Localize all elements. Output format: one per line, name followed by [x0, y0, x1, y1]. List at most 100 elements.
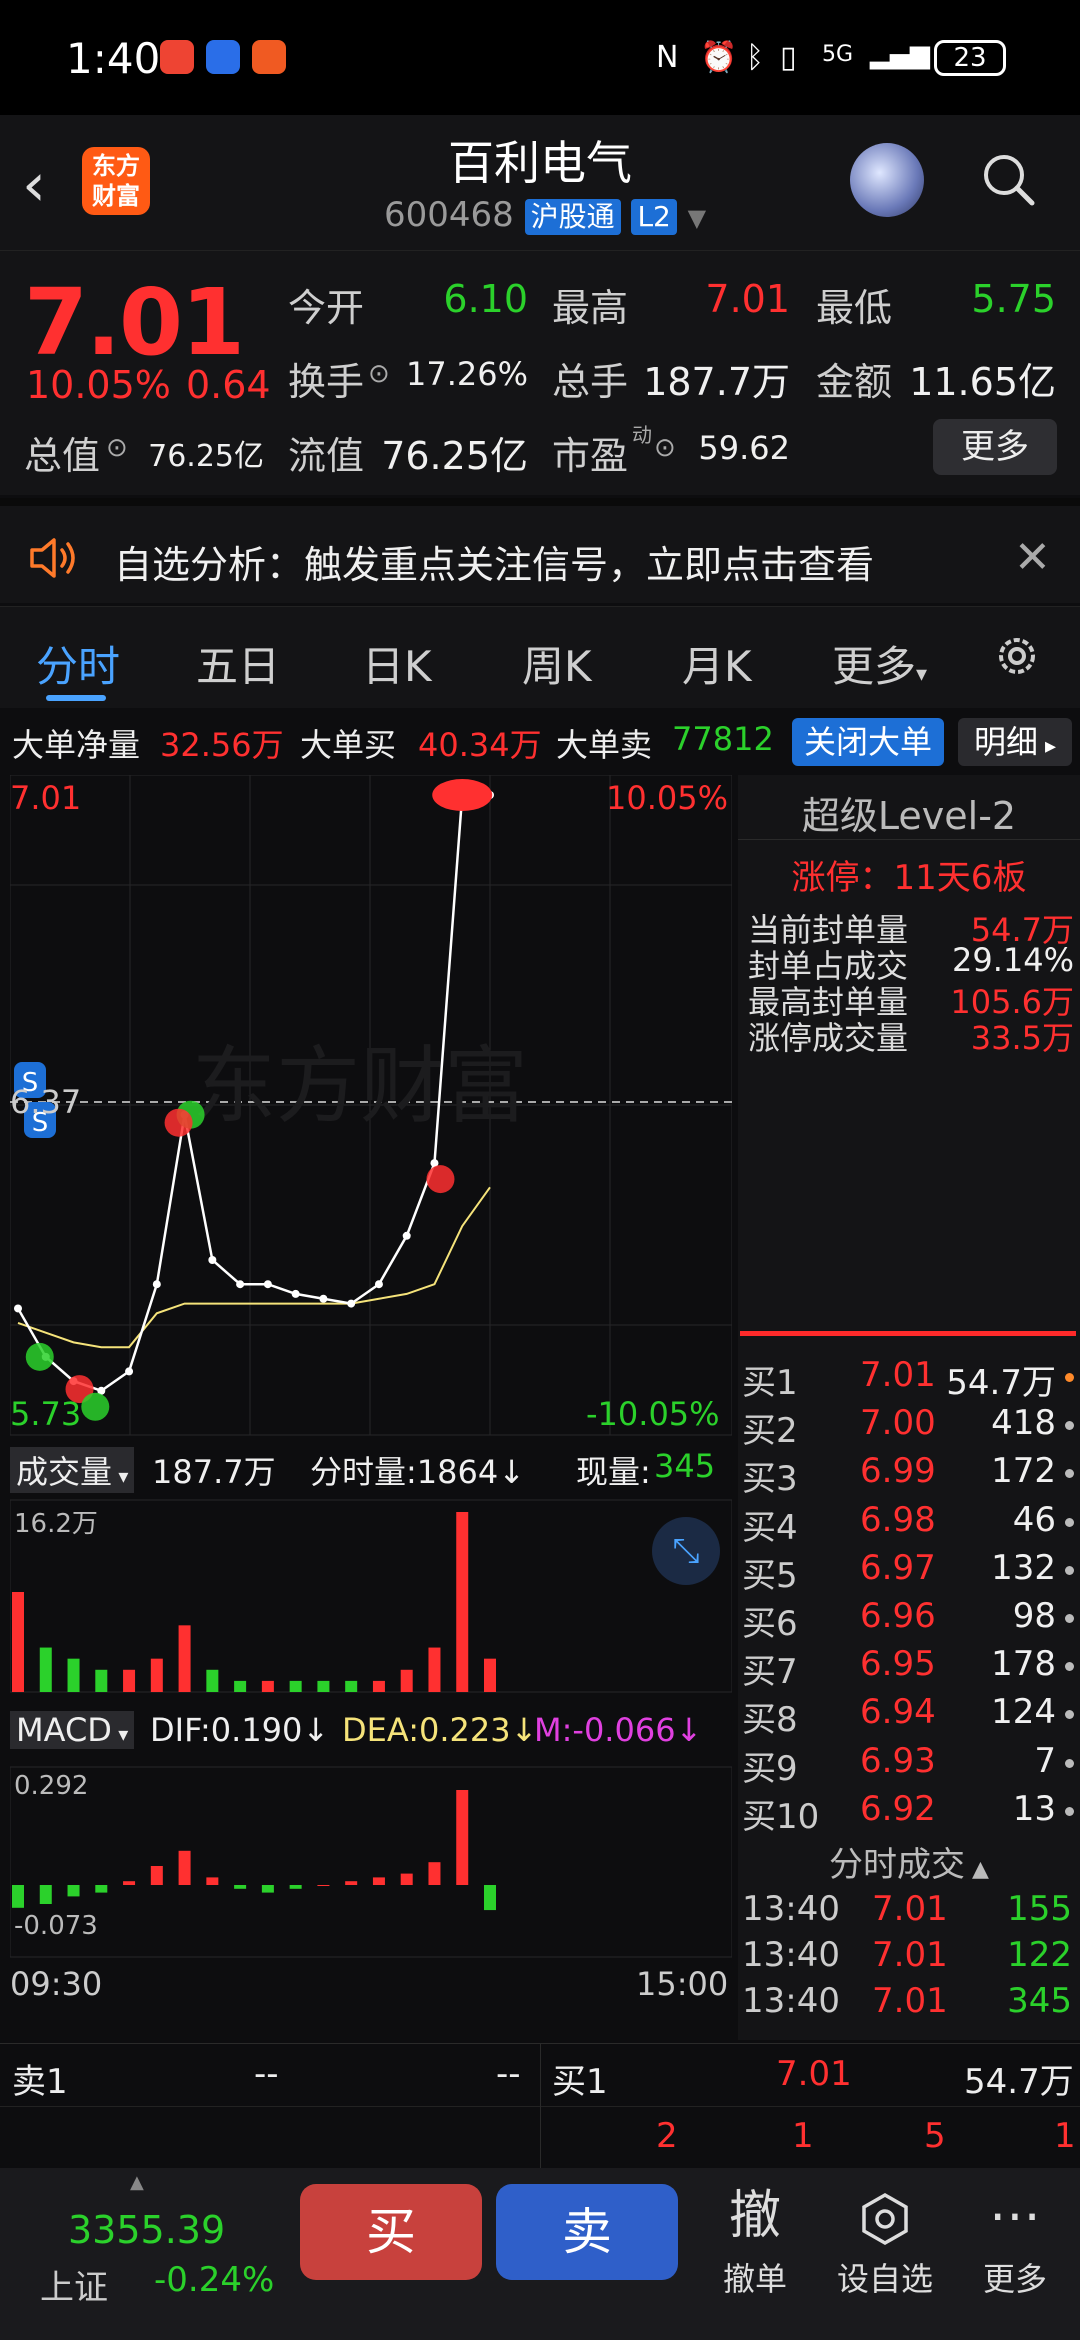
pe-value: 59.62: [698, 429, 790, 467]
big-sell-label: 大单卖: [556, 726, 653, 764]
volume-minute: 分时量:1864↓: [310, 1453, 526, 1491]
bid-price: 6.96: [860, 1596, 936, 1636]
expand-icon[interactable]: ⤡: [652, 1517, 720, 1585]
notice-banner[interactable]: 自选分析：触发重点关注信号，立即点击查看 ✕: [0, 498, 1080, 603]
volume-bar: [95, 1669, 108, 1692]
tab-weekly-k[interactable]: 周K: [522, 633, 592, 694]
signal-icon: 5G: [822, 42, 854, 67]
best-quote-row: 卖1 -- -- 买1 7.01 54.7万 2 1 5 1: [0, 2043, 1080, 2169]
watermark: 东方财富: [192, 1037, 528, 1135]
volume-bar: [150, 1658, 163, 1692]
volume-total: 187.7万: [152, 1453, 276, 1491]
search-icon[interactable]: [980, 151, 1036, 207]
mktcap-value: 76.25亿: [148, 439, 264, 474]
big-sell-value: 77812: [672, 720, 774, 758]
buy-button[interactable]: 买: [300, 2184, 482, 2280]
price-point: [291, 1289, 300, 1298]
bid-row[interactable]: 买8 6.94 124: [742, 1692, 1076, 1740]
time-sales-title[interactable]: 分时成交 ▲: [738, 1837, 1080, 1886]
float-value: 76.25亿: [381, 434, 528, 478]
bid-row[interactable]: 买6 6.96 98: [742, 1596, 1076, 1644]
macd-selector[interactable]: MACD ▾: [10, 1711, 135, 1749]
level2-title[interactable]: 超级Level-2: [738, 785, 1080, 840]
bid-row[interactable]: 买10 6.92 13: [742, 1789, 1076, 1837]
sell1-price: --: [254, 2054, 279, 2094]
macd-bar: [400, 1873, 413, 1885]
detail-button[interactable]: 明细 ▸: [958, 718, 1072, 766]
add-watchlist-button[interactable]: 设自选: [830, 2184, 940, 2300]
tab-indicator: [46, 695, 106, 701]
cancel-order-button[interactable]: 撤 撤单: [700, 2184, 810, 2300]
bid-price: 6.98: [860, 1499, 936, 1540]
sell1-label: 卖1: [12, 2062, 68, 2102]
high-value: 7.01: [705, 277, 790, 321]
volume-bar: [123, 1669, 136, 1692]
intraday-chart[interactable]: 东方财富 SS 7.01 10.05% 6.37 5.73 -10.05% 成交…: [10, 775, 732, 2040]
macd-bar: [67, 1885, 80, 1897]
price-mid-label: 6.37: [10, 1083, 82, 1121]
price-point: [374, 1280, 383, 1289]
trade-volume: 155: [1007, 1889, 1072, 1929]
tab-monthly-k[interactable]: 月K: [682, 633, 752, 694]
macd-bar: [317, 1885, 330, 1886]
bid-row[interactable]: 买7 6.95 178: [742, 1644, 1076, 1692]
index-value[interactable]: 3355.39: [68, 2208, 225, 2252]
limit-up-marker: [432, 779, 493, 811]
tab-daily-k[interactable]: 日K: [362, 633, 432, 694]
bid-dot: [1065, 1614, 1074, 1623]
bid-row[interactable]: 买3 6.99 172: [742, 1451, 1076, 1499]
watchlist-icon: [830, 2184, 940, 2248]
change-pct: 10.05%: [26, 363, 171, 407]
big-order-bar: 大单净量 32.56万 大单买 40.34万 大单卖 77812 关闭大单 明细…: [0, 710, 1080, 772]
tab-more-label: 更多: [832, 642, 917, 691]
buy1-label: 买1: [552, 2062, 608, 2102]
tab-intraday[interactable]: 分时: [36, 633, 120, 694]
bid-row[interactable]: 买4 6.98 46: [742, 1500, 1076, 1548]
info-icon: ⊙: [106, 433, 128, 463]
macd-bar: [345, 1881, 358, 1885]
level-tag: L2: [631, 199, 677, 235]
status-time: 1:40: [66, 34, 161, 83]
price-point: [319, 1294, 328, 1303]
close-icon[interactable]: ✕: [1014, 532, 1051, 583]
chevron-up-icon: ▲: [130, 2172, 144, 2193]
bid-volume: 54.7万: [946, 1363, 1056, 1403]
gear-icon[interactable]: [990, 629, 1044, 683]
bid-price: 7.00: [860, 1403, 936, 1444]
volume-bar: [39, 1647, 52, 1692]
volume-bar: [317, 1680, 330, 1692]
macd-bar: [95, 1885, 108, 1893]
pct-top-label: 10.05%: [606, 779, 729, 817]
volume-value: 187.7万: [643, 360, 790, 404]
vibrate-icon: ▯: [780, 40, 797, 75]
more-quote-button[interactable]: 更多: [933, 419, 1057, 475]
signal-bars-icon: ▂▄▆: [870, 40, 930, 70]
volume-selector[interactable]: 成交量 ▾: [10, 1447, 135, 1493]
bid-level-label: 买8: [742, 1700, 798, 1741]
bid-row[interactable]: 买2 7.00 418: [742, 1403, 1076, 1451]
bid-dot: [1065, 1565, 1074, 1575]
bid-row[interactable]: 买9 6.93 7: [742, 1741, 1076, 1789]
tab-five-day[interactable]: 五日: [196, 633, 280, 694]
bid-row[interactable]: 买1 7.01 54.7万: [742, 1355, 1076, 1403]
open-label: 今开: [288, 286, 365, 330]
stock-code-row[interactable]: 600468 沪股通 L2 ▼: [384, 195, 706, 235]
volume-bar: [400, 1669, 413, 1692]
big-buy-label: 大单买: [300, 726, 397, 764]
bid-volume: 7: [1034, 1740, 1056, 1781]
chart-grid: [10, 775, 732, 1958]
trade-time: 13:40: [742, 1981, 840, 2021]
trade-price: 7.01: [872, 1935, 948, 1975]
sell-button[interactable]: 卖: [496, 2184, 678, 2280]
assistant-robot-icon[interactable]: [850, 143, 924, 217]
alarm-icon: ⏰: [700, 40, 738, 75]
divider: [738, 839, 1080, 840]
close-big-order-button[interactable]: 关闭大单: [792, 718, 944, 766]
app-notification-icon: [206, 40, 240, 74]
more-button[interactable]: ⋯ 更多: [960, 2184, 1070, 2300]
sell1-volume: --: [496, 2054, 521, 2094]
bid-row[interactable]: 买5 6.97 132: [742, 1548, 1076, 1596]
price-point: [347, 1299, 356, 1308]
tab-more[interactable]: 更多▾: [832, 633, 927, 694]
big-net-value: 32.56万: [160, 726, 284, 764]
